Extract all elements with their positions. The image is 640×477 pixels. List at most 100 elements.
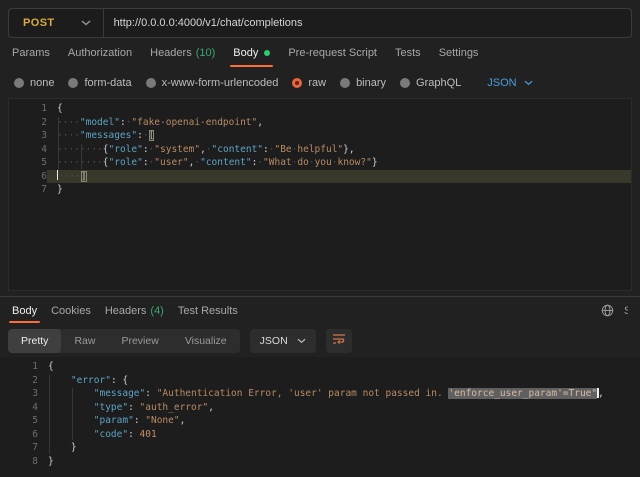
code-line: 2 "error": { bbox=[0, 374, 640, 388]
code-line-content: "param": "None", bbox=[38, 414, 640, 428]
code-token bbox=[48, 429, 94, 440]
code-token: "Be bbox=[274, 144, 291, 155]
view-tab-raw[interactable]: Raw bbox=[61, 329, 108, 353]
code-line-content: { bbox=[38, 360, 640, 374]
response-tab-test-results[interactable]: Test Results bbox=[178, 297, 238, 324]
tab-pre-request-script[interactable]: Pre-request Script bbox=[288, 38, 377, 68]
line-number: 5 bbox=[9, 156, 47, 170]
code-token: "None" bbox=[145, 415, 179, 426]
code-token: "Authentication Error, 'user' param not … bbox=[157, 388, 449, 399]
response-tab-headers[interactable]: Headers(4) bbox=[105, 297, 164, 324]
radio-icon bbox=[400, 78, 410, 88]
url-input[interactable]: http://0.0.0.0:4000/v1/chat/completions bbox=[104, 9, 631, 37]
method-label: POST bbox=[23, 17, 55, 29]
code-line-content: "message": "Authentication Error, 'user'… bbox=[38, 387, 640, 401]
code-line: 2····"model":·"fake-openai-endpoint", bbox=[9, 116, 631, 130]
tab-body[interactable]: Body bbox=[233, 38, 270, 68]
indent-guide bbox=[81, 144, 82, 169]
view-tab-visualize[interactable]: Visualize bbox=[172, 329, 240, 353]
body-type-graphql[interactable]: GraphQL bbox=[400, 77, 461, 89]
response-tab-body[interactable]: Body bbox=[12, 297, 37, 324]
indent-guide bbox=[72, 388, 73, 440]
code-token: }, bbox=[343, 144, 354, 155]
method-selector[interactable]: POST bbox=[9, 9, 103, 37]
raw-format-value: JSON bbox=[487, 77, 516, 89]
tab-label: Authorization bbox=[68, 47, 132, 59]
tab-count-badge: (4) bbox=[150, 305, 163, 317]
radio-label: raw bbox=[308, 77, 326, 89]
body-type-raw[interactable]: raw bbox=[292, 77, 326, 89]
tab-label: Params bbox=[12, 47, 50, 59]
whitespace-dots: ···· bbox=[58, 171, 81, 182]
code-token: : bbox=[128, 402, 139, 413]
response-format-value: JSON bbox=[260, 335, 288, 347]
response-format-selector[interactable]: JSON bbox=[250, 329, 316, 353]
response-header-right: S bbox=[601, 297, 628, 324]
code-token: "content" bbox=[212, 144, 263, 155]
code-token: "messages" bbox=[80, 130, 137, 141]
line-number: 7 bbox=[0, 441, 38, 455]
code-token: know?" bbox=[337, 157, 371, 168]
code-token: , bbox=[257, 117, 263, 128]
tab-label: Settings bbox=[439, 47, 479, 59]
view-tab-preview[interactable]: Preview bbox=[108, 329, 171, 353]
tab-settings[interactable]: Settings bbox=[439, 38, 479, 68]
wrap-text-button[interactable] bbox=[326, 329, 352, 353]
body-type-form-data[interactable]: form-data bbox=[68, 77, 131, 89]
tab-headers[interactable]: Headers(10) bbox=[150, 38, 215, 68]
code-line: 7 } bbox=[0, 441, 640, 455]
code-token: "role" bbox=[109, 157, 143, 168]
radio-label: GraphQL bbox=[416, 77, 461, 89]
code-line-content: ········{"role":·"user",·"content":·"Wha… bbox=[47, 156, 631, 170]
body-type-x-www-form-urlencoded[interactable]: x-www-form-urlencoded bbox=[146, 77, 279, 89]
request-body-editor[interactable]: 1{2····"model":·"fake-openai-endpoint",3… bbox=[8, 98, 632, 291]
line-number: 5 bbox=[0, 414, 38, 428]
code-line: 3····"messages":·[ bbox=[9, 129, 631, 143]
line-number: 7 bbox=[9, 183, 47, 197]
code-line: 4 "type": "auth_error", bbox=[0, 401, 640, 415]
radio-icon bbox=[340, 78, 350, 88]
code-token: "model" bbox=[80, 117, 120, 128]
tab-params[interactable]: Params bbox=[12, 38, 50, 68]
code-token: } bbox=[48, 456, 54, 467]
chevron-down-icon bbox=[81, 20, 91, 26]
tab-authorization[interactable]: Authorization bbox=[68, 38, 132, 68]
code-token: } bbox=[57, 184, 63, 195]
request-tabs: Params Authorization Headers(10) Body Pre-re… bbox=[0, 38, 640, 68]
whitespace-dots: · bbox=[143, 130, 149, 141]
tab-label: Tests bbox=[395, 47, 421, 59]
response-view-switcher: PrettyRawPreviewVisualize bbox=[8, 329, 240, 353]
code-line-content: ····"model":·"fake-openai-endpoint", bbox=[47, 116, 631, 130]
request-url-bar: POST http://0.0.0.0:4000/v1/chat/complet… bbox=[8, 8, 632, 38]
code-token bbox=[48, 442, 71, 453]
body-type-none[interactable]: none bbox=[14, 77, 54, 89]
body-modified-dot bbox=[264, 50, 270, 56]
tab-tests[interactable]: Tests bbox=[395, 38, 421, 68]
code-line-content: } bbox=[38, 455, 640, 469]
response-tab-cookies[interactable]: Cookies bbox=[51, 297, 91, 324]
code-token: , bbox=[598, 388, 604, 399]
whitespace-dots: ···· bbox=[57, 130, 80, 141]
radio-icon bbox=[292, 78, 302, 88]
tab-label: Body bbox=[233, 47, 258, 59]
radio-label: x-www-form-urlencoded bbox=[162, 77, 279, 89]
code-token: : bbox=[128, 429, 139, 440]
whitespace-dots: ···· bbox=[57, 117, 80, 128]
body-type-row: none form-data x-www-form-urlencoded raw bin… bbox=[0, 68, 640, 98]
code-token: "type" bbox=[94, 402, 128, 413]
code-token: , bbox=[180, 415, 186, 426]
code-line-content: "type": "auth_error", bbox=[38, 401, 640, 415]
code-line-content: ········{"role":·"system",·"content":·"B… bbox=[47, 143, 631, 157]
rest-client-window: POST http://0.0.0.0:4000/v1/chat/complet… bbox=[0, 0, 640, 477]
body-type-binary[interactable]: binary bbox=[340, 77, 386, 89]
tab-label: Headers bbox=[150, 47, 192, 59]
code-line: 8} bbox=[0, 455, 640, 469]
code-token: "fake-openai-endpoint" bbox=[131, 117, 257, 128]
globe-icon[interactable] bbox=[601, 304, 614, 317]
code-line: 1{ bbox=[0, 360, 640, 374]
line-number: 4 bbox=[9, 143, 47, 157]
response-body-editor[interactable]: 1{2 "error": {3 "message": "Authenticati… bbox=[0, 357, 640, 477]
raw-format-selector[interactable]: JSON bbox=[487, 77, 532, 89]
view-tab-pretty[interactable]: Pretty bbox=[8, 329, 61, 353]
code-line: 6 "code": 401 bbox=[0, 428, 640, 442]
